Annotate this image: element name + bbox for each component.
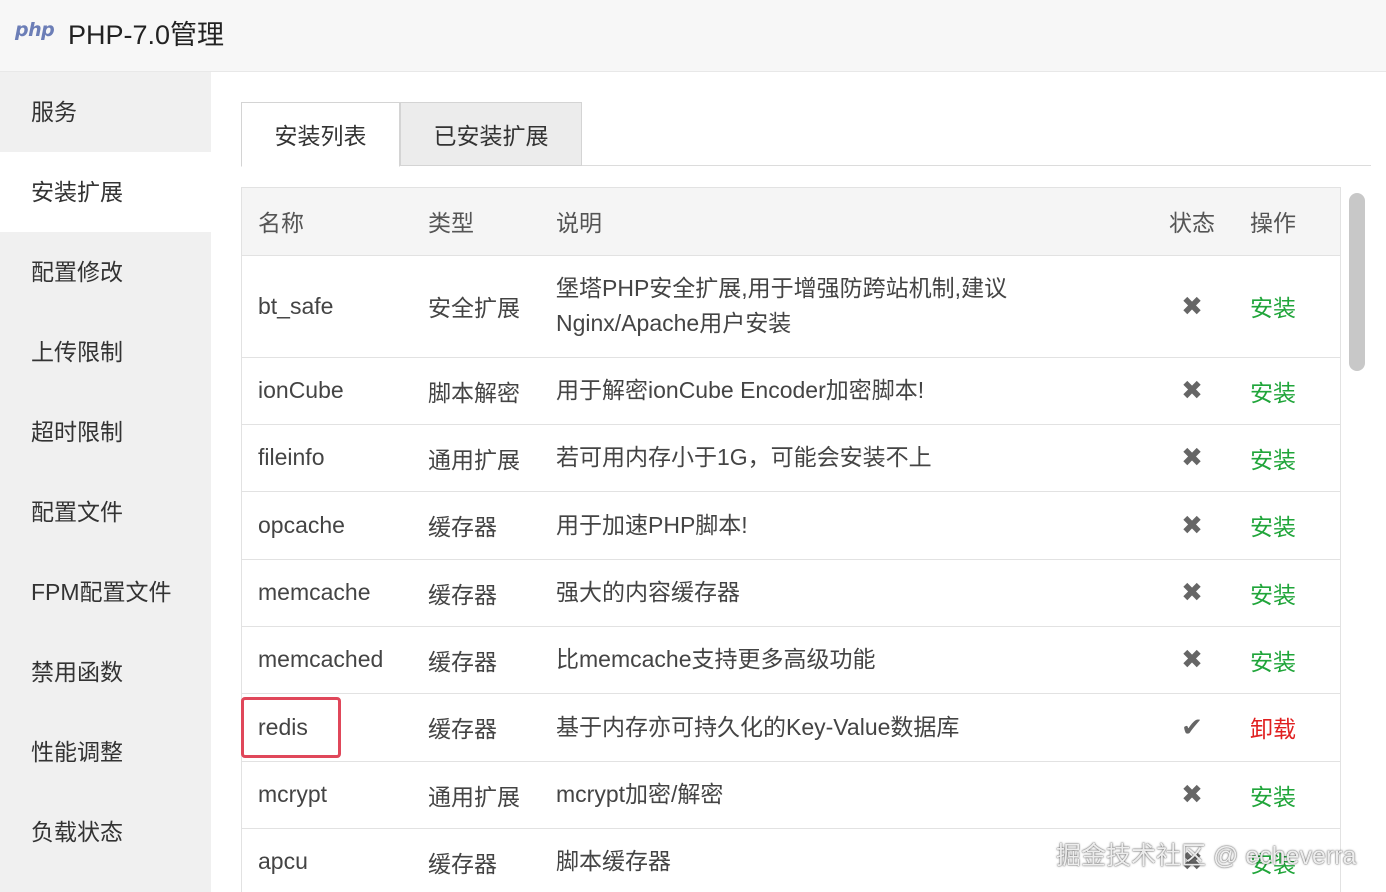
table-row: ionCube 脚本解密 用于解密ionCube Encoder加密脚本! ✖ …: [242, 357, 1340, 425]
uninstall-button[interactable]: 卸载: [1250, 716, 1296, 742]
ext-name: mcrypt: [242, 761, 428, 829]
sidebar-item-disabled-functions[interactable]: 禁用函数: [0, 632, 211, 712]
ext-type: 安全扩展: [428, 255, 556, 358]
status-cross-icon: ✖: [1150, 357, 1234, 425]
status-check-icon: ✔: [1150, 693, 1234, 762]
tab-bar: 安装列表 已安装扩展: [241, 102, 1371, 167]
header-desc: 说明: [556, 188, 1150, 256]
install-button[interactable]: 安装: [1250, 784, 1296, 810]
sidebar-item-performance-tuning[interactable]: 性能调整: [0, 712, 211, 792]
header-status: 状态: [1150, 188, 1234, 256]
ext-type: 通用扩展: [428, 424, 556, 492]
ext-type: 脚本解密: [428, 357, 556, 425]
sidebar: 服务 安装扩展 配置修改 上传限制 超时限制 配置文件 FPM配置文件 禁用函数…: [0, 72, 211, 892]
table-row: opcache 缓存器 用于加速PHP脚本! ✖ 安装: [242, 491, 1340, 560]
sidebar-item-timeout-limit[interactable]: 超时限制: [0, 392, 211, 472]
ext-name: apcu: [242, 828, 428, 892]
table-row: bt_safe 安全扩展 堡塔PHP安全扩展,用于增强防跨站机制,建议Nginx…: [242, 255, 1340, 358]
status-cross-icon: ✖: [1150, 424, 1234, 492]
sidebar-item-fpm-config-file[interactable]: FPM配置文件: [0, 552, 211, 632]
status-cross-icon: ✖: [1150, 491, 1234, 560]
install-button[interactable]: 安装: [1250, 447, 1296, 473]
status-cross-icon: ✖: [1150, 559, 1234, 627]
ext-desc: 若可用内存小于1G，可能会安装不上: [556, 424, 1150, 492]
ext-type: 通用扩展: [428, 761, 556, 829]
ext-desc: 用于解密ionCube Encoder加密脚本!: [556, 357, 1150, 425]
install-button[interactable]: 安装: [1250, 514, 1296, 540]
sidebar-item-install-extension[interactable]: 安装扩展: [0, 152, 211, 232]
ext-desc: 比memcache支持更多高级功能: [556, 626, 1150, 694]
install-button[interactable]: 安装: [1250, 380, 1296, 406]
watermark: 掘金技术社区 @ echeverra: [1056, 842, 1357, 870]
tab-install-list[interactable]: 安装列表: [241, 102, 400, 167]
ext-desc: 堡塔PHP安全扩展,用于增强防跨站机制,建议Nginx/Apache用户安装: [556, 255, 1150, 358]
tab-installed-extensions[interactable]: 已安装扩展: [400, 102, 582, 166]
ext-desc: 基于内存亦可持久化的Key-Value数据库: [556, 693, 1150, 762]
sidebar-item-upload-limit[interactable]: 上传限制: [0, 312, 211, 392]
window-title: PHP-7.0管理: [68, 20, 225, 50]
ext-name: redis: [242, 693, 428, 762]
sidebar-item-config-edit[interactable]: 配置修改: [0, 232, 211, 312]
table-row: fileinfo 通用扩展 若可用内存小于1G，可能会安装不上 ✖ 安装: [242, 424, 1340, 492]
header-name: 名称: [242, 188, 428, 256]
ext-name: fileinfo: [242, 424, 428, 492]
status-cross-icon: ✖: [1150, 255, 1234, 358]
ext-name: memcached: [242, 626, 428, 694]
sidebar-item-config-file[interactable]: 配置文件: [0, 472, 211, 552]
table-row: mcrypt 通用扩展 mcrypt加密/解密 ✖ 安装: [242, 761, 1340, 829]
title-bar: php PHP-7.0管理: [0, 0, 1386, 72]
ext-desc: 用于加速PHP脚本!: [556, 491, 1150, 560]
ext-name: ionCube: [242, 357, 428, 425]
sidebar-item-service[interactable]: 服务: [0, 72, 211, 152]
table-header-row: 名称 类型 说明 状态 操作: [242, 188, 1340, 256]
table-row: memcached 缓存器 比memcache支持更多高级功能 ✖ 安装: [242, 626, 1340, 694]
header-type: 类型: [428, 188, 556, 256]
ext-desc: mcrypt加密/解密: [556, 761, 1150, 829]
php-logo: php: [15, 19, 55, 41]
table-row: redis 缓存器 基于内存亦可持久化的Key-Value数据库 ✔ 卸载: [242, 693, 1340, 762]
extension-table: 名称 类型 说明 状态 操作 bt_safe 安全扩展 堡塔PHP安全扩展,用于…: [241, 187, 1341, 892]
sidebar-item-load-status[interactable]: 负载状态: [0, 792, 211, 872]
scrollbar-thumb[interactable]: [1349, 193, 1365, 371]
header-op: 操作: [1234, 188, 1340, 256]
status-cross-icon: ✖: [1150, 761, 1234, 829]
install-button[interactable]: 安装: [1250, 649, 1296, 675]
install-button[interactable]: 安装: [1250, 295, 1296, 321]
ext-name: memcache: [242, 559, 428, 627]
status-cross-icon: ✖: [1150, 626, 1234, 694]
ext-name: opcache: [242, 491, 428, 560]
install-button[interactable]: 安装: [1250, 582, 1296, 608]
ext-name: bt_safe: [242, 255, 428, 358]
ext-type: 缓存器: [428, 491, 556, 560]
table-row: memcache 缓存器 强大的内容缓存器 ✖ 安装: [242, 559, 1340, 627]
ext-type: 缓存器: [428, 693, 556, 762]
ext-type: 缓存器: [428, 828, 556, 892]
ext-type: 缓存器: [428, 626, 556, 694]
ext-type: 缓存器: [428, 559, 556, 627]
ext-desc: 强大的内容缓存器: [556, 559, 1150, 627]
